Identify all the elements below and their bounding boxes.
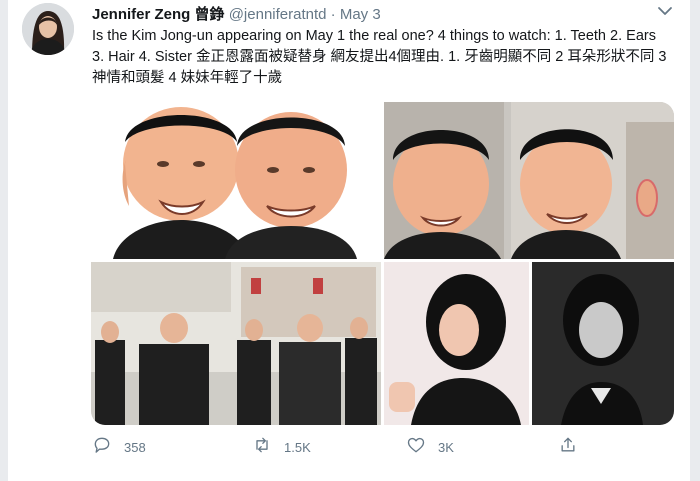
separator-dot: · [330, 6, 336, 23]
avatar[interactable] [22, 3, 74, 55]
reply-icon [92, 435, 112, 460]
chevron-down-icon[interactable] [656, 4, 674, 18]
tweet-media-grid[interactable] [91, 102, 674, 425]
tweet-date[interactable]: May 3 [340, 6, 381, 23]
reply-count: 358 [124, 439, 146, 455]
like-count: 3K [438, 439, 454, 455]
author-handle[interactable]: @jenniferatntd [229, 6, 327, 23]
share-button[interactable] [558, 433, 578, 461]
heart-icon [406, 435, 426, 460]
media-image-4 [384, 262, 674, 425]
share-icon [558, 435, 578, 460]
retweet-button[interactable]: 1.5K [252, 433, 311, 461]
reply-button[interactable]: 358 [92, 433, 146, 461]
media-image-3 [91, 262, 381, 425]
retweet-count: 1.5K [284, 439, 311, 455]
like-button[interactable]: 3K [406, 433, 454, 461]
author-name[interactable]: Jennifer Zeng 曾錚 [92, 6, 225, 23]
tweet-card[interactable]: Jennifer Zeng 曾錚 @jenniferatntd · May 3 … [8, 0, 690, 481]
media-image-2 [384, 102, 674, 259]
action-bar: 358 1.5K 3K [92, 433, 632, 461]
tweet-text: Is the Kim Jong-un appearing on May 1 th… [92, 28, 667, 86]
retweet-icon [252, 435, 272, 460]
media-image-1 [91, 102, 381, 259]
tweet-header: Jennifer Zeng 曾錚 @jenniferatntd · May 3 [92, 3, 381, 24]
